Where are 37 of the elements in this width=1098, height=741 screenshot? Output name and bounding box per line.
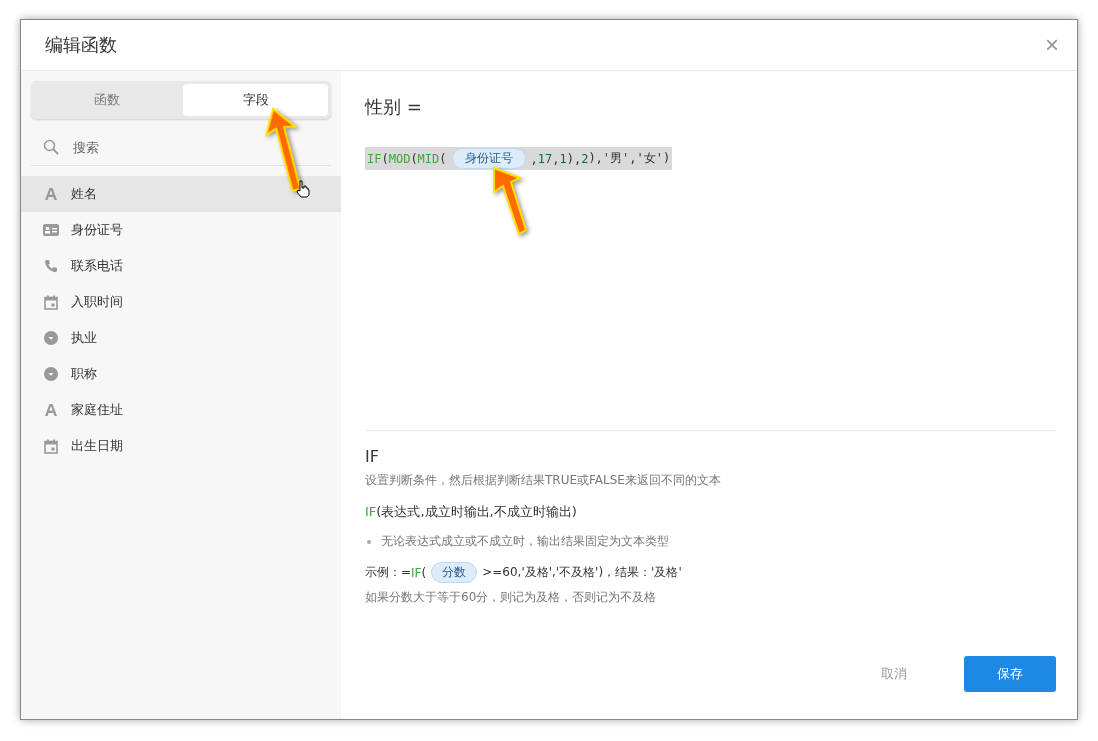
function-syntax: IF(表达式,成立时输出,不成立时输出) (365, 503, 578, 521)
formula-target: 性别 = (365, 95, 423, 119)
hand-cursor-icon (296, 180, 310, 198)
search-icon (43, 139, 59, 155)
note-text: 无论表达式成立或不成立时，输出结果固定为文本类型 (381, 533, 669, 550)
field-item[interactable]: 职称 (21, 356, 341, 392)
field-item[interactable]: 联系电话 (21, 248, 341, 284)
dropdown-circle-icon (43, 367, 59, 381)
example-explanation: 如果分数大于等于60分，则记为及格，否则记为不及格 (365, 589, 658, 606)
field-tag[interactable]: 身份证号 (451, 148, 526, 169)
letter-a-icon (43, 187, 59, 201)
example-text: >=60,'及格','不及格')，结果：'及格' (482, 564, 682, 581)
field-item[interactable]: 入职时间 (21, 284, 341, 320)
example-text: IF (411, 565, 422, 580)
phone-icon (43, 259, 59, 273)
calendar-icon (43, 438, 59, 454)
function-description: 设置判断条件，然后根据判断结果TRUE或FALSE来返回不同的文本 (365, 472, 722, 489)
example-text: ( (421, 565, 427, 580)
field-item[interactable]: 执业 (21, 320, 341, 356)
field-item[interactable]: 出生日期 (21, 428, 341, 464)
dialog-title: 编辑函数 (45, 33, 117, 57)
search-field[interactable]: 搜索 (71, 138, 275, 156)
field-tag: 分数 (431, 562, 478, 583)
id-card-icon (43, 224, 59, 236)
field-item[interactable]: 家庭住址 (21, 392, 341, 428)
example-text: 示例：= (365, 564, 412, 581)
function-name: IF (365, 447, 380, 466)
field-item[interactable]: 身份证号 (21, 212, 341, 248)
save-button[interactable]: 保存 (964, 656, 1056, 692)
tab[interactable]: 字段 (183, 84, 328, 116)
formula-editor[interactable]: IF(MOD(MID( 身份证号 ,17,1),2),'男','女') (365, 147, 673, 170)
calendar-icon (43, 294, 59, 310)
dropdown-circle-icon (43, 331, 59, 345)
tab[interactable]: 函数 (34, 84, 179, 116)
bullet-icon (367, 539, 371, 544)
field-item[interactable]: 姓名 (21, 176, 341, 212)
letter-a-icon (43, 403, 59, 417)
